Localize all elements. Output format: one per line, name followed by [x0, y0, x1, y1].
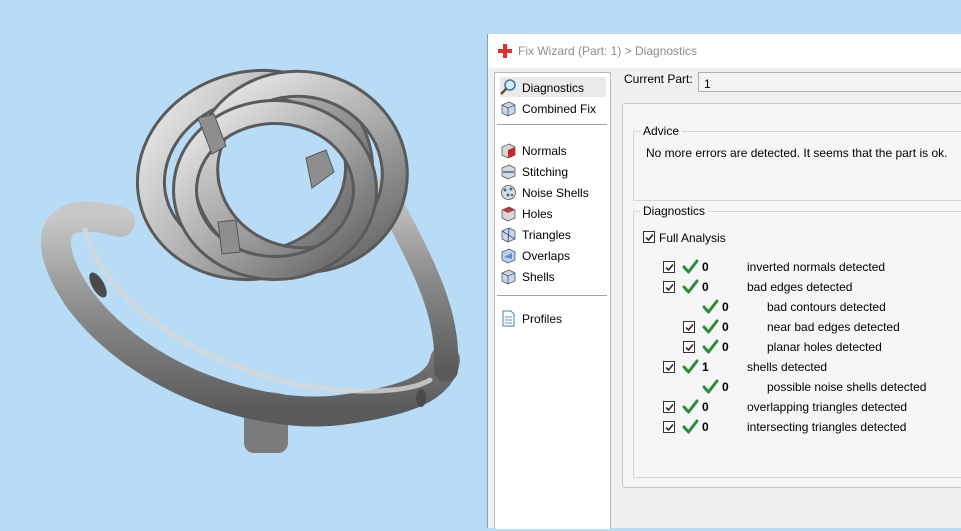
diagnostics-title: Diagnostics: [640, 204, 709, 218]
noise-shells-icon: [501, 185, 516, 200]
advice-text: No more errors are detected. It seems th…: [646, 146, 948, 160]
checkmark-icon: [685, 344, 694, 352]
document-icon: [502, 310, 515, 327]
sidebar-separator: [497, 295, 607, 296]
diagnostic-text: possible noise shells detected: [767, 380, 927, 394]
cube-icon: [501, 101, 516, 117]
sidebar-item-diagnostics[interactable]: Diagnostics: [500, 77, 606, 97]
diagnostic-row: 0 possible noise shells detected: [634, 378, 954, 396]
diagnostic-count: 0: [722, 380, 729, 394]
green-check-icon: [682, 279, 699, 294]
diagnostic-count: 0: [702, 420, 709, 434]
diagnostic-text: near bad edges detected: [767, 320, 900, 334]
triangles-icon: [501, 227, 516, 243]
diagnostic-text: bad edges detected: [747, 280, 853, 294]
sidebar-item-noise-shells[interactable]: Noise Shells: [500, 182, 606, 202]
window-title: Fix Wizard (Part: 1) > Diagnostics: [518, 44, 698, 58]
advice-title: Advice: [640, 124, 683, 138]
diagnostic-row: 0 bad edges detected: [634, 278, 954, 296]
diagnostic-count: 0: [702, 260, 709, 274]
diagnostic-checkbox[interactable]: [663, 261, 675, 273]
diagnostic-text: shells detected: [747, 360, 828, 374]
diagnostic-checkbox[interactable]: [663, 281, 675, 293]
diagnostic-checkbox[interactable]: [683, 321, 695, 333]
checkmark-icon: [665, 404, 674, 412]
green-check-icon: [702, 339, 719, 354]
diagnostic-count: 0: [722, 340, 729, 354]
sidebar-item-profiles[interactable]: Profiles: [500, 308, 606, 328]
diagnostic-count: 1: [702, 360, 709, 374]
diagnostic-row: 0 overlapping triangles detected: [634, 398, 954, 416]
green-check-icon: [682, 399, 699, 414]
diagnostic-text: planar holes detected: [767, 340, 882, 354]
diagnostic-text: intersecting triangles detected: [747, 420, 907, 434]
diagnostic-row: 0 intersecting triangles detected: [634, 418, 954, 436]
green-check-icon: [702, 299, 719, 314]
sidebar: Diagnostics Combined Fix Normals Stitchi…: [494, 72, 611, 529]
overlaps-icon: [501, 248, 516, 264]
magnifier-icon: [500, 79, 516, 95]
diagnostic-row: 1 shells detected: [634, 358, 954, 376]
checkmark-icon: [665, 284, 674, 292]
full-analysis-checkbox[interactable]: [643, 231, 655, 243]
shells-icon: [501, 269, 516, 285]
diagnostic-row: 0 planar holes detected: [634, 338, 954, 356]
diagnostic-checkbox[interactable]: [663, 401, 675, 413]
sidebar-item-combined-fix[interactable]: Combined Fix: [500, 98, 606, 118]
sidebar-item-holes[interactable]: Holes: [500, 203, 606, 223]
diagnostic-text: overlapping triangles detected: [747, 400, 908, 414]
fix-wizard-window: Fix Wizard (Part: 1) > Diagnostics Diagn…: [487, 34, 961, 529]
diagnostic-checkbox[interactable]: [663, 361, 675, 373]
diagnostics-group: Diagnostics Full Analysis 0 inverted norm…: [633, 204, 961, 478]
current-part-field[interactable]: 1: [698, 72, 961, 92]
green-check-icon: [682, 359, 699, 374]
diagnostic-text: inverted normals detected: [747, 260, 886, 274]
checkmark-icon: [685, 324, 694, 332]
current-part-value: 1: [704, 77, 711, 91]
checkmark-icon: [665, 364, 674, 372]
sidebar-item-shells[interactable]: Shells: [500, 266, 606, 286]
diagnostic-row: 0 bad contours detected: [634, 298, 954, 316]
diagnostic-row: 0 inverted normals detected: [634, 258, 954, 276]
green-check-icon: [702, 379, 719, 394]
sidebar-item-stitching[interactable]: Stitching: [500, 161, 606, 181]
ring-model[interactable]: [0, 0, 490, 528]
checkmark-icon: [665, 264, 674, 272]
advice-group: Advice No more errors are detected. It s…: [633, 124, 961, 201]
title-bar[interactable]: Fix Wizard (Part: 1) > Diagnostics: [488, 34, 961, 68]
diagnostic-text: bad contours detected: [767, 300, 886, 314]
diagnostic-checkbox[interactable]: [663, 421, 675, 433]
diagnostic-count: 0: [702, 400, 709, 414]
diagnostics-panel: Advice No more errors are detected. It s…: [622, 103, 961, 488]
checkmark-icon: [665, 424, 674, 432]
green-check-icon: [682, 259, 699, 274]
diagnostic-count: 0: [702, 280, 709, 294]
holes-icon: [501, 206, 516, 222]
sidebar-item-triangles[interactable]: Triangles: [500, 224, 606, 244]
diagnostic-count: 0: [722, 320, 729, 334]
full-analysis-label: Full Analysis: [659, 231, 726, 245]
stitching-icon: [501, 164, 516, 180]
sidebar-item-overlaps[interactable]: Overlaps: [500, 245, 606, 265]
green-check-icon: [682, 419, 699, 434]
checkmark-icon: [645, 234, 654, 242]
green-check-icon: [702, 319, 719, 334]
sidebar-separator: [497, 124, 607, 125]
sidebar-item-normals[interactable]: Normals: [500, 140, 606, 160]
diagnostic-row: 0 near bad edges detected: [634, 318, 954, 336]
red-cross-icon: [498, 44, 512, 58]
normals-icon: [501, 143, 516, 159]
current-part-label: Current Part:: [624, 72, 693, 86]
diagnostic-checkbox[interactable]: [683, 341, 695, 353]
diagnostic-count: 0: [722, 300, 729, 314]
